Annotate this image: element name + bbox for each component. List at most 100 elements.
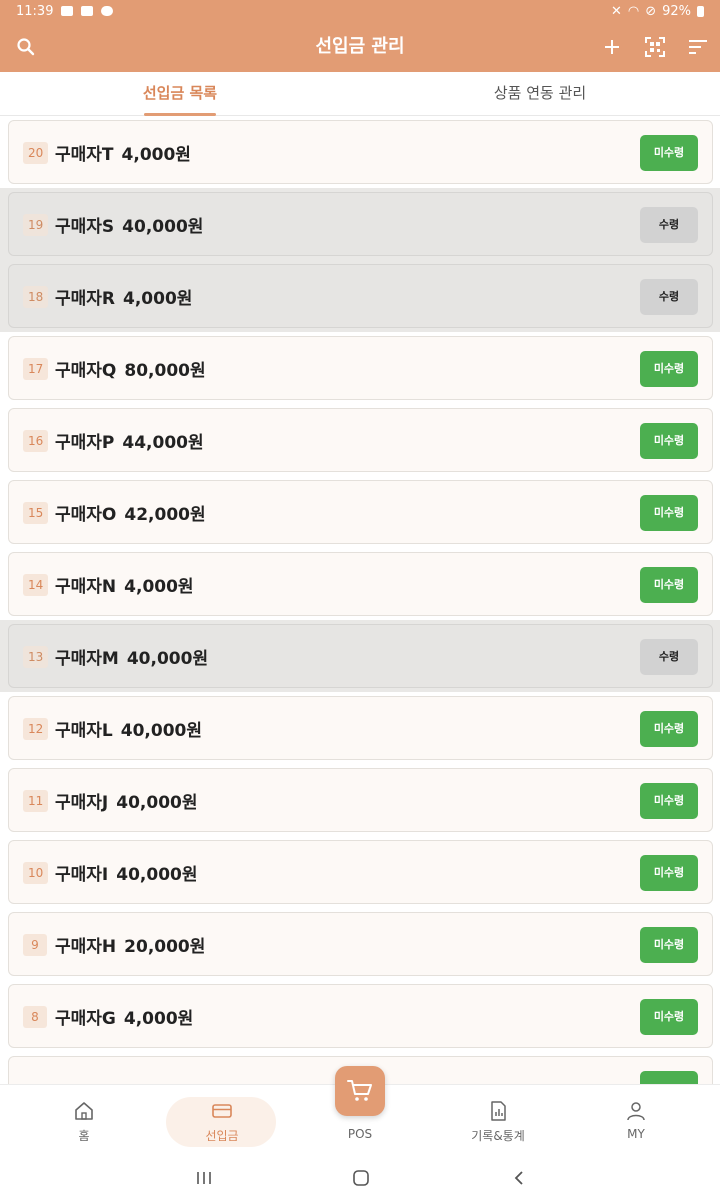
unreceived-button[interactable]: 미수령 bbox=[640, 567, 698, 603]
order-number: 19 bbox=[23, 214, 49, 236]
unreceived-button[interactable] bbox=[640, 1071, 698, 1084]
unreceived-button[interactable]: 미수령 bbox=[640, 783, 698, 819]
amount: 42,000원 bbox=[124, 505, 206, 525]
list-item[interactable]: 10 구매자I 40,000원 미수령 bbox=[0, 836, 720, 908]
video-icon bbox=[61, 6, 74, 16]
wifi-icon: ◠ bbox=[627, 3, 640, 19]
amount: 40,000원 bbox=[116, 865, 198, 885]
buyer-info: 구매자L 40,000원 bbox=[55, 716, 202, 741]
prepayment-card[interactable]: 10 구매자I 40,000원 미수령 bbox=[8, 840, 713, 904]
plus-icon bbox=[605, 40, 619, 54]
back-button[interactable] bbox=[509, 1168, 529, 1188]
prepayment-card[interactable]: 17 구매자Q 80,000원 미수령 bbox=[8, 336, 713, 400]
unreceived-button[interactable]: 미수령 bbox=[640, 927, 698, 963]
list-item[interactable]: 15 구매자O 42,000원 미수령 bbox=[0, 476, 720, 548]
buyer-name: 구매자S bbox=[55, 217, 115, 237]
buyer-name: 구매자T bbox=[55, 145, 114, 165]
nav-my[interactable]: MY bbox=[564, 1085, 708, 1157]
prepayment-card[interactable]: 14 구매자N 4,000원 미수령 bbox=[8, 552, 713, 616]
tab-prepayment-list[interactable]: 선입금 목록 bbox=[0, 72, 360, 116]
list-item[interactable]: 16 구매자P 44,000원 미수령 bbox=[0, 404, 720, 476]
prepayment-card[interactable]: 12 구매자L 40,000원 미수령 bbox=[8, 696, 713, 760]
list-item[interactable]: 8 구매자G 4,000원 미수령 bbox=[0, 980, 720, 1052]
home-system-button[interactable] bbox=[351, 1168, 371, 1188]
order-number: 8 bbox=[23, 1006, 47, 1028]
nav-label: 홈 bbox=[78, 1129, 90, 1143]
unreceived-button[interactable]: 미수령 bbox=[640, 711, 698, 747]
nav-records-stats[interactable]: 기록&통계 bbox=[426, 1085, 570, 1157]
home-square-icon bbox=[353, 1170, 369, 1186]
buyer-info: 구매자J 40,000원 bbox=[55, 788, 198, 813]
battery-icon bbox=[697, 5, 704, 17]
unreceived-button[interactable]: 미수령 bbox=[640, 495, 698, 531]
nav-label: 선입금 bbox=[205, 1129, 239, 1143]
sort-button[interactable] bbox=[685, 34, 711, 60]
buyer-info: 구매자T 4,000원 bbox=[55, 140, 191, 165]
recent-apps-button[interactable] bbox=[194, 1168, 214, 1188]
buyer-name: 구매자M bbox=[55, 649, 119, 669]
prepayment-card[interactable]: 11 구매자J 40,000원 미수령 bbox=[8, 768, 713, 832]
amount: 40,000원 bbox=[116, 793, 198, 813]
list-item[interactable]: 9 구매자H 20,000원 미수령 bbox=[0, 908, 720, 980]
card-icon bbox=[212, 1104, 232, 1118]
prepayment-card[interactable]: 19 구매자S 40,000원 수령 bbox=[8, 192, 713, 256]
prepayment-card[interactable]: 13 구매자M 40,000원 수령 bbox=[8, 624, 713, 688]
list-item[interactable]: 19 구매자S 40,000원 수령 bbox=[0, 188, 720, 260]
received-button[interactable]: 수령 bbox=[640, 639, 698, 675]
unreceived-button[interactable]: 미수령 bbox=[640, 351, 698, 387]
mute-icon: ✕ bbox=[610, 3, 622, 19]
dnd-icon: ⊘ bbox=[645, 3, 657, 19]
nav-home[interactable]: 홈 bbox=[12, 1085, 156, 1157]
order-number: 10 bbox=[23, 862, 49, 884]
amount: 40,000원 bbox=[122, 217, 204, 237]
status-bar: 11:39 ✕ ◠ ⊘ 92% bbox=[0, 0, 720, 22]
buyer-info: 구매자H 20,000원 bbox=[55, 932, 205, 957]
nav-prepayment[interactable]: 선입금 bbox=[150, 1085, 294, 1157]
list-item[interactable]: 14 구매자N 4,000원 미수령 bbox=[0, 548, 720, 620]
amount: 4,000원 bbox=[124, 577, 194, 597]
amount: 20,000원 bbox=[124, 937, 206, 957]
buyer-info: 구매자N 4,000원 bbox=[55, 572, 194, 597]
unreceived-button[interactable]: 미수령 bbox=[640, 999, 698, 1035]
prepayment-card[interactable]: 8 구매자G 4,000원 미수령 bbox=[8, 984, 713, 1048]
pos-cart-button[interactable] bbox=[335, 1066, 385, 1116]
cloud-icon bbox=[101, 6, 114, 16]
unreceived-button[interactable]: 미수령 bbox=[640, 423, 698, 459]
buyer-info: 구매자M 40,000원 bbox=[55, 644, 208, 669]
prepayment-card[interactable]: 18 구매자R 4,000원 수령 bbox=[8, 264, 713, 328]
cart-icon bbox=[347, 1080, 372, 1101]
list-item[interactable]: 13 구매자M 40,000원 수령 bbox=[0, 620, 720, 692]
unreceived-button[interactable]: 미수령 bbox=[640, 135, 698, 171]
image-icon bbox=[81, 6, 94, 16]
buyer-info: 구매자I 40,000원 bbox=[55, 860, 198, 885]
prepayment-card[interactable]: 16 구매자P 44,000원 미수령 bbox=[8, 408, 713, 472]
buyer-info: 구매자O 42,000원 bbox=[55, 500, 206, 525]
list-item[interactable]: 20 구매자T 4,000원 미수령 bbox=[0, 116, 720, 188]
list-item[interactable]: 11 구매자J 40,000원 미수령 bbox=[0, 764, 720, 836]
order-number: 16 bbox=[23, 430, 49, 452]
prepayment-card[interactable]: 15 구매자O 42,000원 미수령 bbox=[8, 480, 713, 544]
order-number: 20 bbox=[23, 142, 49, 164]
prepayment-card[interactable]: 20 구매자T 4,000원 미수령 bbox=[8, 120, 713, 184]
qr-scan-icon bbox=[645, 37, 665, 57]
unreceived-button[interactable]: 미수령 bbox=[640, 855, 698, 891]
qr-scan-button[interactable] bbox=[642, 34, 668, 60]
list-item[interactable]: 17 구매자Q 80,000원 미수령 bbox=[0, 332, 720, 404]
buyer-name: 구매자G bbox=[55, 1009, 116, 1029]
list-item[interactable]: 12 구매자L 40,000원 미수령 bbox=[0, 692, 720, 764]
system-nav-bar bbox=[0, 1156, 720, 1200]
prepayment-card[interactable]: 9 구매자H 20,000원 미수령 bbox=[8, 912, 713, 976]
order-number: 18 bbox=[23, 286, 49, 308]
nav-label: POS bbox=[347, 1127, 373, 1141]
received-button[interactable]: 수령 bbox=[640, 207, 698, 243]
add-button[interactable] bbox=[599, 34, 625, 60]
chevron-left-icon bbox=[514, 1171, 523, 1185]
buyer-name: 구매자I bbox=[55, 865, 109, 885]
tab-product-link[interactable]: 상품 연동 관리 bbox=[360, 72, 720, 116]
order-number: 15 bbox=[23, 502, 49, 524]
order-number: 17 bbox=[23, 358, 49, 380]
list-item[interactable]: 18 구매자R 4,000원 수령 bbox=[0, 260, 720, 332]
order-number: 14 bbox=[23, 574, 49, 596]
amount: 40,000원 bbox=[126, 649, 209, 669]
received-button[interactable]: 수령 bbox=[640, 279, 698, 315]
